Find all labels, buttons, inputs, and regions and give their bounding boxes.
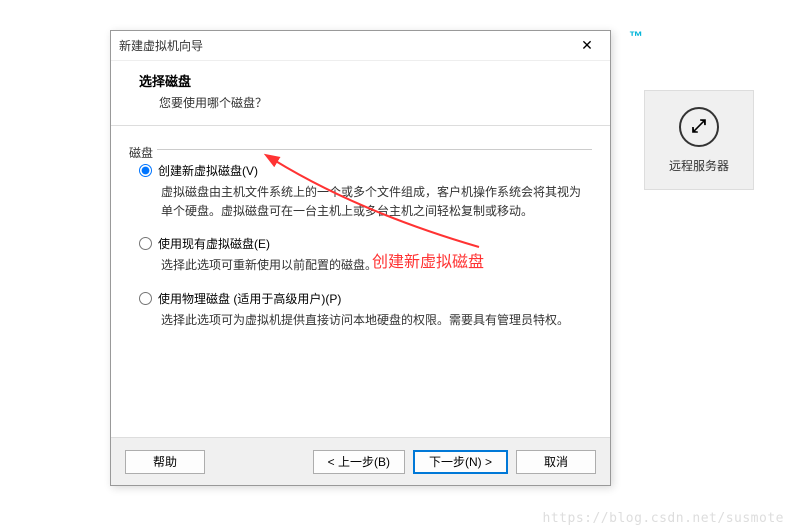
group-label: 磁盘 [129,144,157,161]
radio-label[interactable]: 创建新虚拟磁盘(V) [158,162,258,179]
option-create-new-disk: 创建新虚拟磁盘(V) 虚拟磁盘由主机文件系统上的一个或多个文件组成，客户机操作系… [129,162,592,221]
radio-desc: 选择此选项可为虚拟机提供直接访问本地硬盘的权限。需要具有管理员特权。 [139,311,592,330]
cancel-button[interactable]: 取消 [516,450,596,474]
radio-physical[interactable] [139,292,152,305]
content-area: 磁盘 创建新虚拟磁盘(V) 虚拟磁盘由主机文件系统上的一个或多个文件组成，客户机… [111,126,610,437]
remote-label: 远程服务器 [669,157,729,174]
button-bar: 帮助 < 上一步(B) 下一步(N) > 取消 [111,437,610,485]
page-subtitle: 您要使用哪个磁盘？ [131,94,590,111]
radio-desc: 虚拟磁盘由主机文件系统上的一个或多个文件组成，客户机操作系统会将其视为单个硬盘。… [139,183,592,221]
radio-label[interactable]: 使用现有虚拟磁盘(E) [158,235,270,252]
trademark-text: ™ [629,28,644,44]
dialog-title: 新建虚拟机向导 [119,37,572,54]
radio-desc: 选择此选项可重新使用以前配置的磁盘。 [139,256,592,275]
back-button[interactable]: < 上一步(B) [313,450,405,474]
watermark: https://blog.csdn.net/susmote [543,511,784,526]
next-button[interactable]: 下一步(N) > [413,450,508,474]
radio-label[interactable]: 使用物理磁盘 (适用于高级用户)(P) [158,290,341,307]
titlebar: 新建虚拟机向导 ✕ [111,31,610,61]
remote-server-card[interactable]: ⤢ 远程服务器 [644,90,754,190]
close-button[interactable]: ✕ [572,36,602,56]
wizard-dialog: 新建虚拟机向导 ✕ 选择磁盘 您要使用哪个磁盘？ 磁盘 创建新虚拟磁盘(V) 虚… [110,30,611,486]
radio-create-new[interactable] [139,164,152,177]
remote-icon: ⤢ [679,107,719,147]
group-divider [129,149,592,150]
arrow-icon: ⤢ [692,116,706,137]
help-button[interactable]: 帮助 [125,450,205,474]
header-area: 选择磁盘 您要使用哪个磁盘？ [111,61,610,126]
radio-existing[interactable] [139,237,152,250]
page-title: 选择磁盘 [131,71,590,90]
option-use-existing-disk: 使用现有虚拟磁盘(E) 选择此选项可重新使用以前配置的磁盘。 [129,235,592,275]
option-physical-disk: 使用物理磁盘 (适用于高级用户)(P) 选择此选项可为虚拟机提供直接访问本地硬盘… [129,290,592,330]
